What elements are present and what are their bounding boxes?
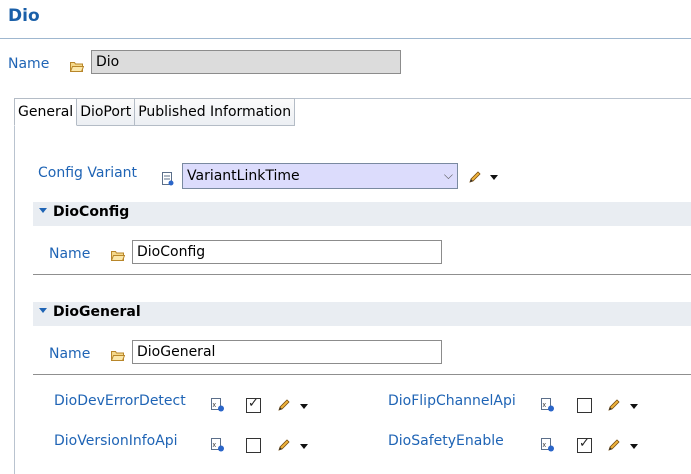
folder-icon	[111, 251, 125, 261]
section-header-diogeneral[interactable]: DioGeneral	[33, 302, 691, 326]
dioflipchannelapi-checkbox[interactable]	[577, 398, 592, 413]
svg-text:x: x	[213, 442, 217, 449]
tab-published-information[interactable]: Published Information	[135, 98, 296, 126]
param-doc-icon: x	[541, 398, 554, 412]
config-variant-select[interactable]: VariantLinkTime ⌵	[182, 163, 458, 189]
check-mark-icon: ✓	[248, 396, 259, 411]
section-title: DioConfig	[53, 204, 130, 220]
folder-icon	[111, 351, 125, 361]
dropdown-arrow-icon[interactable]	[630, 404, 638, 409]
page-title: Dio	[8, 6, 40, 26]
check-mark-icon: ✓	[579, 436, 590, 451]
dioconfig-name-field[interactable]: DioConfig	[132, 240, 442, 264]
tab-general[interactable]: General	[14, 98, 78, 126]
pencil-icon[interactable]	[606, 397, 622, 413]
diosafetyenable-checkbox[interactable]: ✓	[577, 436, 592, 453]
svg-text:x: x	[543, 402, 547, 409]
title-divider	[0, 38, 691, 39]
config-variant-label: Config Variant	[38, 165, 138, 181]
diogeneral-name-field[interactable]: DioGeneral	[132, 340, 442, 364]
dioconfig-name-label: Name	[49, 246, 91, 262]
pencil-icon[interactable]	[467, 169, 483, 185]
param-label-dioflipchannelapi: DioFlipChannelApi	[388, 393, 516, 409]
folder-icon	[70, 62, 84, 72]
dropdown-arrow-icon[interactable]	[630, 444, 638, 449]
dropdown-arrow-icon[interactable]	[300, 444, 308, 449]
param-doc-icon: x	[541, 438, 554, 452]
tab-dioport[interactable]: DioPort	[77, 98, 136, 126]
svg-text:x: x	[213, 402, 217, 409]
pencil-icon[interactable]	[606, 437, 622, 453]
dropdown-arrow-icon[interactable]	[490, 175, 498, 180]
svg-text:x: x	[543, 442, 547, 449]
section-title: DioGeneral	[53, 304, 141, 320]
pencil-icon[interactable]	[276, 397, 292, 413]
section-divider	[33, 274, 691, 275]
variant-doc-icon	[162, 172, 174, 186]
name-label: Name	[8, 56, 50, 72]
config-variant-value: VariantLinkTime	[187, 168, 300, 184]
param-label-dioversioninfoapi: DioVersionInfoApi	[54, 433, 178, 449]
param-label-diosafetyenable: DioSafetyEnable	[388, 433, 504, 449]
tab-bar: General DioPort Published Information	[14, 98, 296, 126]
section-divider	[33, 374, 691, 375]
pencil-icon[interactable]	[276, 437, 292, 453]
collapse-triangle-icon[interactable]	[39, 308, 47, 313]
param-label-diodeverrordetect: DioDevErrorDetect	[54, 393, 186, 409]
tabpanel-border	[14, 126, 15, 474]
section-header-dioconfig[interactable]: DioConfig	[33, 202, 691, 226]
collapse-triangle-icon[interactable]	[39, 208, 47, 213]
diogeneral-name-label: Name	[49, 346, 91, 362]
name-field[interactable]: Dio	[91, 50, 401, 74]
dropdown-arrow-icon[interactable]	[300, 404, 308, 409]
param-doc-icon: x	[211, 438, 224, 452]
diodeverrordetect-checkbox[interactable]: ✓	[246, 396, 261, 413]
chevron-down-icon[interactable]: ⌵	[444, 166, 453, 184]
dioversioninfoapi-checkbox[interactable]	[246, 438, 261, 453]
param-doc-icon: x	[211, 398, 224, 412]
